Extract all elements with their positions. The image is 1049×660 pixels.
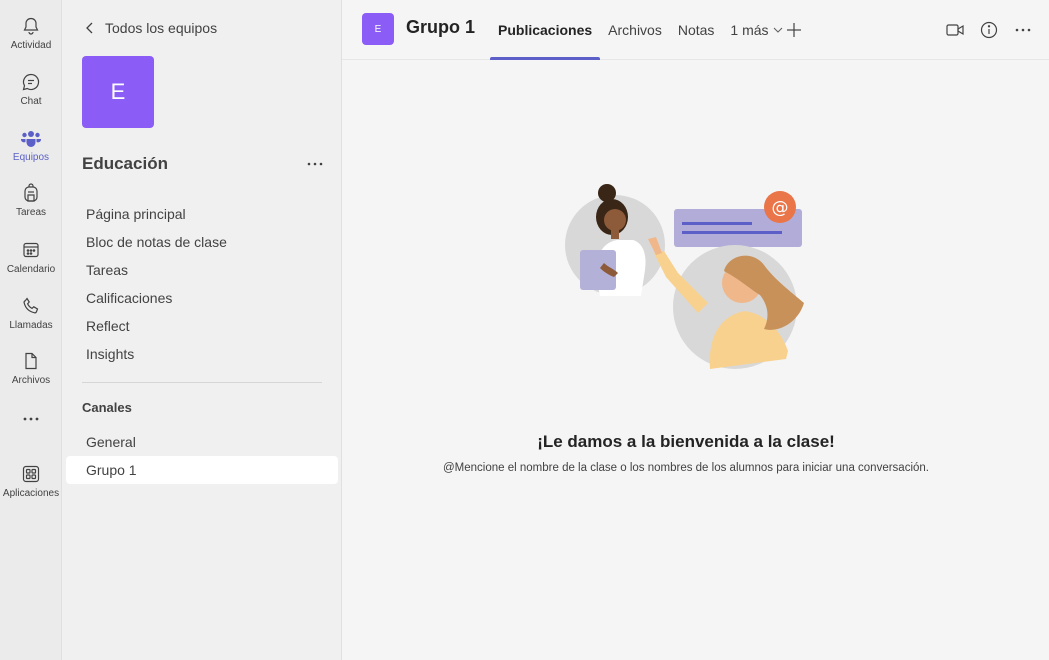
nav-item-reflect[interactable]: Reflect [66, 312, 338, 340]
more-icon [1015, 28, 1031, 32]
rail-label: Chat [20, 96, 42, 107]
team-name: Educación [82, 154, 168, 173]
rail-item-aplicaciones[interactable]: Aplicaciones [0, 456, 62, 506]
tab-label: 1 más [730, 22, 769, 38]
nav-item-bloc-de-notas[interactable]: Bloc de notas de clase [66, 228, 338, 256]
apps-icon [20, 463, 42, 485]
tab-more[interactable]: 1 más [722, 0, 790, 60]
welcome-title: ¡Le damos a la bienvenida a la clase! [537, 432, 835, 451]
team-nav-list: Página principal Bloc de notas de clase … [66, 200, 338, 368]
plus-icon [787, 23, 801, 37]
calendar-icon [20, 239, 42, 261]
channel-info-button[interactable] [977, 18, 1001, 42]
welcome-illustration: @ [560, 175, 810, 375]
app-rail: Actividad Chat Equipos Tareas Calendario… [0, 0, 62, 660]
bell-icon [20, 15, 42, 37]
rail-item-llamadas[interactable]: Llamadas [0, 288, 62, 338]
tab-publicaciones[interactable]: Publicaciones [490, 0, 601, 60]
rail-item-equipos[interactable]: Equipos [0, 120, 62, 170]
nav-item-tareas[interactable]: Tareas [66, 256, 338, 284]
add-tab-button[interactable] [782, 18, 806, 42]
header-actions [943, 18, 1035, 42]
more-apps-button[interactable] [0, 404, 62, 434]
more-icon [23, 417, 39, 421]
teams-icon [20, 127, 42, 149]
tab-label: Archivos [608, 22, 662, 38]
header-more-options-button[interactable] [1011, 18, 1035, 42]
rail-item-chat[interactable]: Chat [0, 64, 62, 114]
backpack-icon [20, 182, 42, 204]
rail-label: Archivos [11, 375, 51, 386]
chevron-left-icon [82, 20, 98, 36]
nav-item-calificaciones[interactable]: Calificaciones [66, 284, 338, 312]
sidebar-divider [82, 382, 322, 383]
back-to-teams-link[interactable]: Todos los equipos [82, 16, 217, 40]
rail-label: Equipos [12, 152, 50, 163]
channel-list: General Grupo 1 [66, 428, 338, 484]
channel-title: Grupo 1 [406, 17, 476, 37]
video-camera-icon [946, 24, 964, 36]
channel-header: E Grupo 1 Publicaciones Archivos Notas 1… [342, 0, 1049, 60]
posts-pane: @ ¡Le damos a la bienvenida a la clase! … [342, 60, 1049, 660]
rail-label: Llamadas [9, 320, 53, 331]
rail-item-actividad[interactable]: Actividad [0, 8, 62, 58]
meet-button[interactable] [943, 18, 967, 42]
channel-general[interactable]: General [66, 428, 338, 456]
channel-tabs: Publicaciones Archivos Notas 1 más [490, 0, 791, 60]
channels-title: Canales [82, 400, 132, 415]
chat-icon [20, 71, 42, 93]
team-sidebar: Todos los equipos E Educación Página pri… [62, 0, 342, 660]
back-label: Todos los equipos [105, 20, 218, 36]
more-icon [307, 162, 323, 166]
rail-item-tareas[interactable]: Tareas [0, 175, 62, 225]
nav-item-insights[interactable]: Insights [66, 340, 338, 368]
phone-icon [20, 295, 42, 317]
info-icon [980, 21, 998, 39]
svg-text:@: @ [772, 198, 789, 218]
rail-item-archivos[interactable]: Archivos [0, 343, 62, 393]
tab-archivos[interactable]: Archivos [600, 0, 670, 60]
team-avatar: E [82, 56, 154, 128]
file-icon [20, 350, 42, 372]
rail-label: Calendario [6, 264, 56, 275]
rail-label: Aplicaciones [2, 488, 60, 499]
rail-item-calendario[interactable]: Calendario [0, 232, 62, 282]
rail-label: Actividad [10, 40, 52, 51]
tab-label: Notas [677, 22, 715, 38]
channel-grupo-1[interactable]: Grupo 1 [66, 456, 338, 484]
welcome-subtitle: @Mencione el nombre de la clase o los no… [443, 462, 929, 474]
tab-notas[interactable]: Notas [670, 0, 723, 60]
rail-label: Tareas [15, 207, 46, 218]
team-more-options-button[interactable] [302, 153, 328, 175]
nav-item-pagina-principal[interactable]: Página principal [66, 200, 338, 228]
channel-avatar: E [362, 13, 394, 45]
tab-label: Publicaciones [498, 22, 593, 38]
